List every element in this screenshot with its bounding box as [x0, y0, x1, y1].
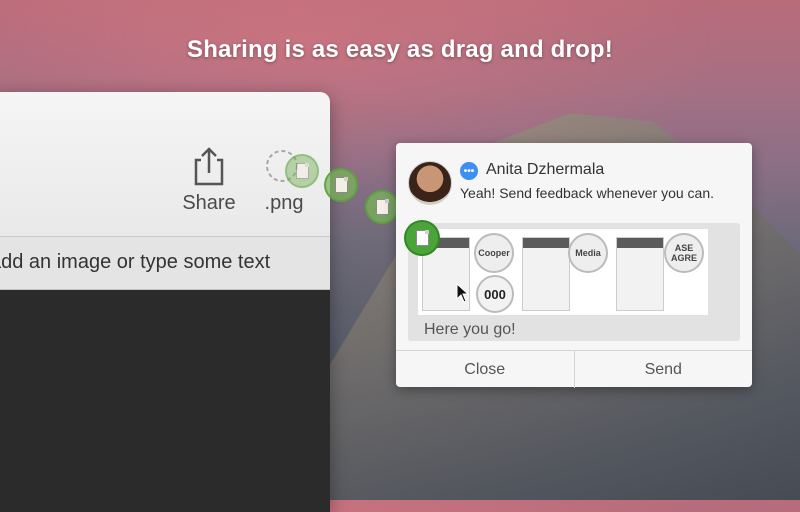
file-icon	[415, 230, 429, 246]
share-label: Share	[182, 192, 236, 214]
share-button[interactable]: Share	[174, 146, 244, 215]
attachment-caption: Here you go!	[424, 321, 516, 338]
file-icon	[375, 199, 389, 215]
sender-name: Anita Dzhermala	[486, 161, 605, 178]
cursor-icon	[456, 282, 470, 308]
zoom-callout: Cooper	[474, 233, 514, 273]
drag-file-bubble	[324, 168, 358, 202]
content-area	[0, 290, 330, 512]
attachment-preview[interactable]: Cooper 000 Media ASE AGRE Here you go!	[408, 223, 740, 341]
attachment-thumbnails: Cooper 000 Media ASE AGRE	[418, 229, 708, 315]
card-actions: Close Send	[396, 350, 752, 388]
headline: Sharing is as easy as drag and drop!	[186, 36, 613, 63]
zoom-callout: ASE AGRE	[664, 233, 704, 273]
chat-message: Yeah! Send feedback whenever you can.	[460, 185, 715, 201]
message-input[interactable]: add an image or type some text	[0, 237, 330, 290]
png-label: .png	[264, 192, 304, 214]
screenshot-thumbnail	[616, 237, 664, 311]
close-button[interactable]: Close	[396, 351, 574, 388]
input-placeholder: add an image or type some text	[0, 251, 271, 273]
drag-file-bubble	[365, 190, 399, 224]
screenshot-thumbnail	[522, 237, 570, 311]
file-icon	[295, 163, 309, 179]
drag-file-bubble	[285, 154, 319, 188]
feedback-card: ••• Anita Dzhermala Yeah! Send feedback …	[396, 143, 752, 388]
drop-file-bubble	[404, 220, 440, 256]
avatar	[408, 161, 452, 205]
share-icon	[174, 146, 244, 186]
send-button[interactable]: Send	[573, 351, 753, 388]
messenger-icon: •••	[460, 162, 478, 180]
zoom-callout: Media	[568, 233, 608, 273]
app-window: Share .png add an image or type some tex…	[0, 92, 330, 512]
zoom-callout: 000	[476, 275, 514, 313]
toolbar: Share .png	[0, 92, 330, 237]
file-icon	[334, 177, 348, 193]
